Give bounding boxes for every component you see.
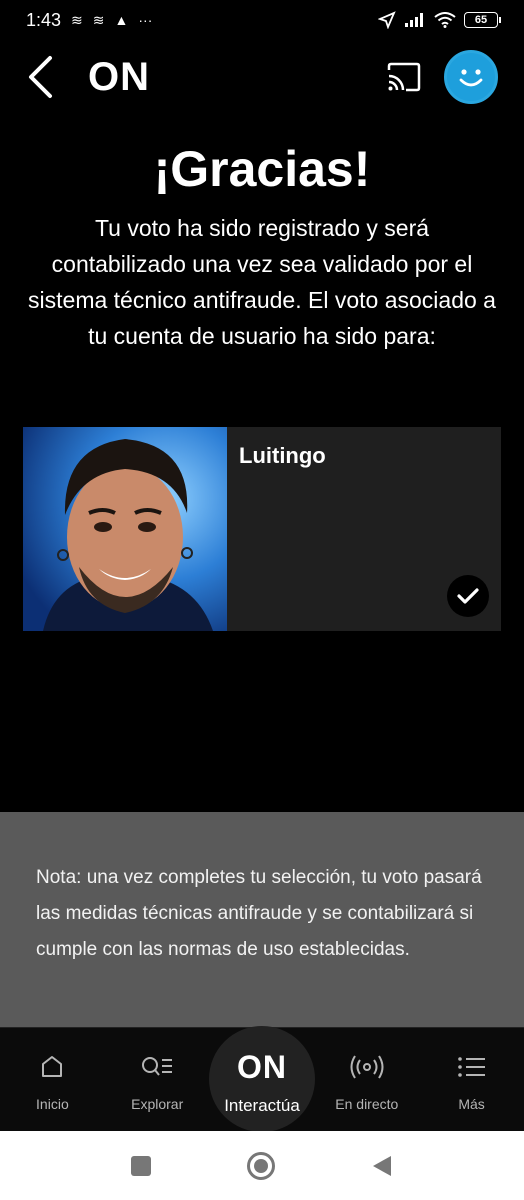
back-triangle-icon[interactable] xyxy=(371,1154,393,1178)
candidate-name: Luitingo xyxy=(239,443,326,468)
nav-label: Explorar xyxy=(131,1096,184,1112)
location-arrow-icon xyxy=(378,11,396,29)
live-broadcast-icon xyxy=(350,1052,384,1082)
note-panel: Nota: una vez completes tu selección, tu… xyxy=(0,812,524,1028)
nav-label: En directo xyxy=(335,1096,399,1112)
more-dots-icon: ··· xyxy=(138,12,153,28)
home-circle-icon[interactable] xyxy=(247,1151,275,1180)
on-logo-text: ON xyxy=(236,1049,287,1085)
system-nav xyxy=(0,1131,524,1200)
status-right: 65 xyxy=(378,11,501,29)
app-title: ON xyxy=(88,54,150,99)
confirmation-message: Tu voto ha sido registrado y será contab… xyxy=(28,215,496,349)
on-logo-icon: ON xyxy=(236,1049,287,1085)
nav-label: Más xyxy=(458,1096,485,1112)
status-left: 1:43 ≋ ≋ ▲ ··· xyxy=(26,10,152,31)
recents-square-icon[interactable] xyxy=(131,1155,151,1176)
signal-icon xyxy=(405,13,423,27)
home-dot xyxy=(254,1158,268,1173)
nav-item-mas[interactable]: Más xyxy=(419,1028,524,1131)
check-icon xyxy=(447,575,489,617)
battery-level: 65 xyxy=(474,14,488,26)
nav-label: Interactúa xyxy=(224,1096,300,1115)
chevron-left-icon[interactable] xyxy=(26,52,62,102)
header-actions xyxy=(386,50,498,104)
warning-icon: ▲ xyxy=(114,12,129,28)
cast-icon[interactable] xyxy=(386,62,422,92)
layers-icon: ≋ xyxy=(92,11,105,28)
nav-item-explorar[interactable]: Explorar xyxy=(105,1028,210,1131)
explore-icon xyxy=(140,1052,174,1082)
vote-card: Luitingo xyxy=(23,427,501,631)
smiley-avatar-icon[interactable] xyxy=(444,50,498,104)
bottom-nav: Inicio Explorar ON Interactúa En directo… xyxy=(0,1026,524,1132)
home-icon xyxy=(39,1052,65,1082)
status-time: 1:43 xyxy=(26,9,62,30)
nav-item-en-directo[interactable]: En directo xyxy=(314,1028,419,1131)
battery-indicator: 65 xyxy=(464,12,501,28)
status-bar: 1:43 ≋ ≋ ▲ ··· 65 xyxy=(0,0,524,40)
note-text: Nota: una vez completes tu selección, tu… xyxy=(36,867,482,960)
menu-list-icon xyxy=(457,1052,487,1082)
nav-label: Inicio xyxy=(36,1096,69,1112)
nav-item-inicio[interactable]: Inicio xyxy=(0,1028,105,1131)
thanks-title: ¡Gracias! xyxy=(153,141,371,197)
app-header: ON xyxy=(0,45,524,109)
candidate-photo xyxy=(23,427,227,631)
wifi-icon xyxy=(434,12,456,28)
layers-icon: ≋ xyxy=(71,11,83,28)
